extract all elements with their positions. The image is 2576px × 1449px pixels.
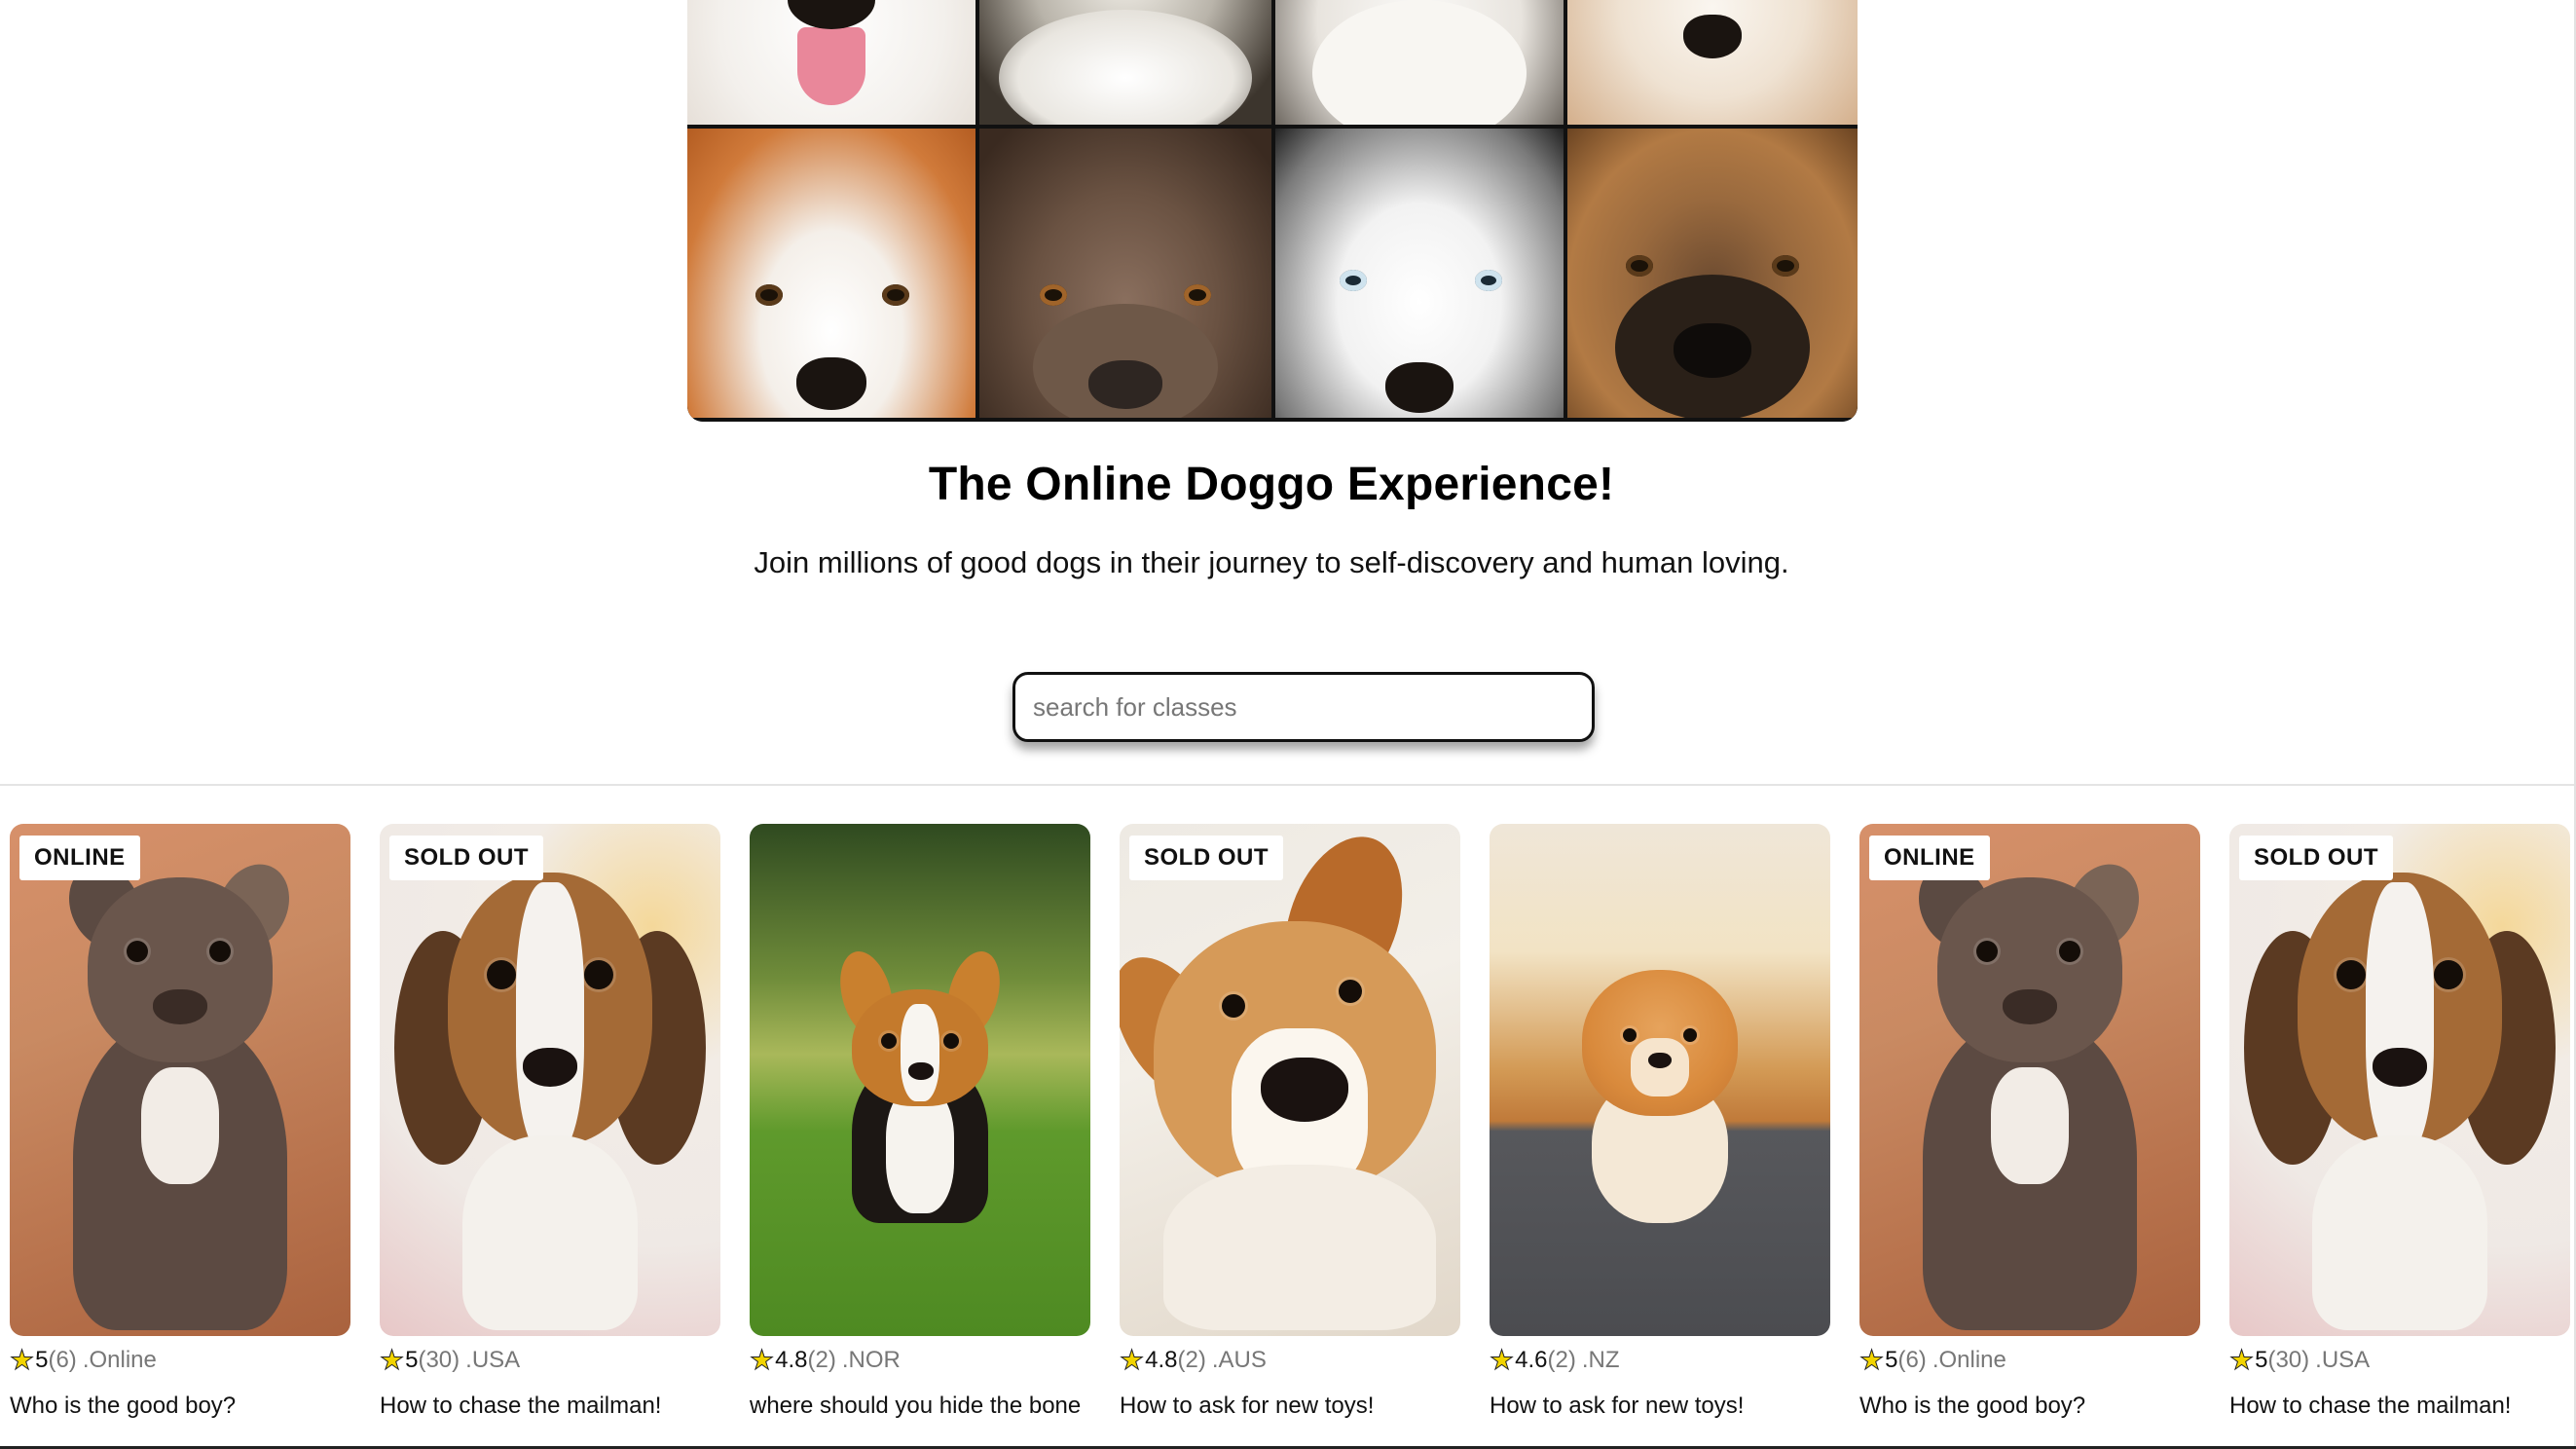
rating-value: 5 xyxy=(405,1347,419,1373)
card-rating-row: ★ 4.6 (2) .NZ xyxy=(1489,1345,1830,1375)
card-location: .NOR xyxy=(841,1347,901,1373)
dog-illustration xyxy=(34,843,326,1330)
dog-illustration xyxy=(394,843,706,1330)
star-icon: ★ xyxy=(749,1345,775,1375)
rating-value: 4.6 xyxy=(1515,1347,1548,1373)
hero-dog-collage xyxy=(687,0,1858,422)
class-card[interactable]: SOLD OUT ★ 4.8 (2) .AUS How to ask for n… xyxy=(1119,824,1460,1449)
review-count: (30) xyxy=(418,1347,460,1373)
rating-value: 4.8 xyxy=(775,1347,808,1373)
dog-illustration xyxy=(813,946,1027,1243)
card-photo-golden-dog-selfie[interactable]: SOLD OUT xyxy=(1120,824,1460,1336)
hero-tile-jack-russell xyxy=(687,129,975,418)
review-count: (30) xyxy=(2267,1347,2310,1373)
card-title[interactable]: Who is the good boy? xyxy=(10,1393,350,1420)
card-rating-row: ★ 5 (6) .Online xyxy=(1858,1345,2200,1375)
class-card[interactable]: ONLINE ★ 5 (6) .Online Who is the good b… xyxy=(10,824,350,1449)
card-photo-pitbull-puppy[interactable]: ONLINE xyxy=(1859,824,2200,1336)
card-location: .Online xyxy=(82,1347,157,1373)
page: The Online Doggo Experience! Join millio… xyxy=(0,0,2576,1449)
dog-illustration xyxy=(1563,970,1757,1223)
card-rating-row: ★ 5 (30) .USA xyxy=(2228,1345,2570,1375)
card-photo-beagle-puppy[interactable]: SOLD OUT xyxy=(2229,824,2570,1336)
hero-tile-white-dog xyxy=(1275,0,1564,125)
card-photo-pomeranian-on-rug[interactable] xyxy=(1490,824,1830,1336)
star-icon: ★ xyxy=(2228,1345,2255,1375)
rating-value: 5 xyxy=(2255,1347,2268,1373)
class-card[interactable]: ★ 4.8 (2) .NOR where should you hide the… xyxy=(749,824,1090,1449)
dog-illustration xyxy=(1884,843,2176,1330)
card-photo-beagle-puppy[interactable]: SOLD OUT xyxy=(380,824,720,1336)
class-card[interactable]: SOLD OUT ★ 5 (30) .USA How to chase the … xyxy=(379,824,720,1449)
dog-illustration xyxy=(1120,824,1455,1330)
card-rating-row: ★ 4.8 (2) .AUS xyxy=(1119,1345,1460,1375)
status-badge: SOLD OUT xyxy=(2239,836,2393,880)
hero-tile-fluffy-dog xyxy=(979,0,1271,125)
status-badge: ONLINE xyxy=(19,836,140,880)
hero-tile-smiling-dog xyxy=(687,0,975,125)
hero-tile-tan-dog xyxy=(1567,0,1858,125)
card-title[interactable]: How to chase the mailman! xyxy=(2229,1393,2570,1420)
status-badge: ONLINE xyxy=(1869,836,1990,880)
rating-value: 4.8 xyxy=(1145,1347,1178,1373)
card-rating-row: ★ 5 (6) .Online xyxy=(10,1346,350,1375)
card-location: .USA xyxy=(2315,1347,2371,1373)
page-title: The Online Doggo Experience! xyxy=(928,459,1615,510)
card-title[interactable]: How to ask for new toys! xyxy=(1490,1393,1830,1420)
hero-tile-husky xyxy=(1275,129,1564,418)
class-card-list: ONLINE ★ 5 (6) .Online Who is the good b… xyxy=(10,824,2576,1449)
card-location: .USA xyxy=(465,1347,521,1373)
card-location: .AUS xyxy=(1211,1347,1267,1373)
rating-value: 5 xyxy=(1885,1347,1898,1373)
star-icon: ★ xyxy=(1119,1345,1145,1375)
card-title[interactable]: where should you hide the bone xyxy=(750,1393,1090,1420)
review-count: (6) xyxy=(1897,1347,1927,1373)
review-count: (2) xyxy=(807,1347,836,1373)
review-count: (2) xyxy=(1177,1347,1206,1373)
card-location: .Online xyxy=(1932,1347,2006,1373)
card-title[interactable]: How to ask for new toys! xyxy=(1120,1393,1460,1420)
class-card[interactable]: ONLINE ★ 5 (6) .Online Who is the good b… xyxy=(1858,824,2200,1449)
star-icon: ★ xyxy=(379,1345,405,1375)
card-photo-pitbull-puppy[interactable]: ONLINE xyxy=(10,824,350,1336)
section-divider xyxy=(0,784,2576,786)
hero-tile-shepherd-puppy xyxy=(1567,129,1858,418)
card-rating-row: ★ 4.8 (2) .NOR xyxy=(749,1345,1090,1375)
review-count: (2) xyxy=(1547,1347,1576,1373)
rating-value: 5 xyxy=(35,1347,49,1373)
status-badge: SOLD OUT xyxy=(1129,836,1283,880)
hero-tile-pitbull xyxy=(979,129,1271,418)
star-icon: ★ xyxy=(1489,1345,1515,1375)
star-icon: ★ xyxy=(10,1345,35,1375)
search-input[interactable] xyxy=(1012,672,1595,742)
class-card[interactable]: ★ 4.6 (2) .NZ How to ask for new toys! xyxy=(1489,824,1830,1449)
card-title[interactable]: Who is the good boy? xyxy=(1859,1393,2200,1420)
page-subtitle: Join millions of good dogs in their jour… xyxy=(754,545,1789,579)
dog-illustration xyxy=(2244,843,2556,1330)
card-title[interactable]: How to chase the mailman! xyxy=(380,1393,720,1420)
review-count: (6) xyxy=(48,1347,77,1373)
class-card[interactable]: SOLD OUT ★ 5 (30) .USA How to chase the … xyxy=(2228,824,2570,1449)
card-location: .NZ xyxy=(1581,1347,1620,1373)
card-rating-row: ★ 5 (30) .USA xyxy=(379,1345,720,1375)
card-photo-corgi-in-grass[interactable] xyxy=(750,824,1090,1336)
star-icon: ★ xyxy=(1858,1345,1885,1375)
status-badge: SOLD OUT xyxy=(389,836,543,880)
